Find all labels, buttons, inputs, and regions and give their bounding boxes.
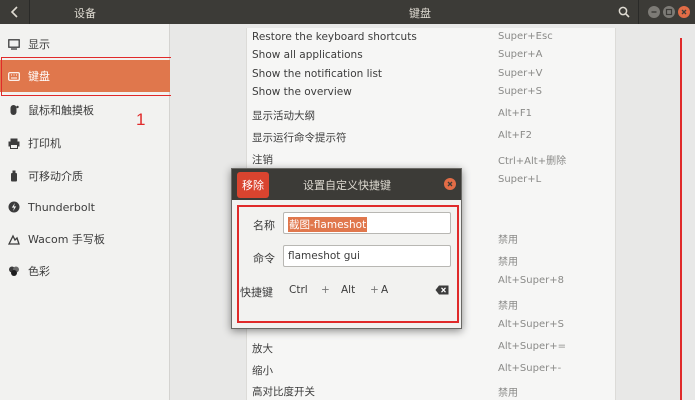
- annotation-highlight-keyboard: [1, 57, 173, 96]
- header-separator: [29, 0, 30, 24]
- sidebar-item-label: 色彩: [28, 265, 50, 278]
- scroll-area[interactable]: [617, 28, 695, 400]
- header-separator-right: [638, 0, 639, 24]
- shortcut-row[interactable]: 放大 Alt+Super+=: [247, 338, 617, 357]
- shortcut-row[interactable]: Show the overview Super+S: [247, 83, 617, 102]
- shortcut-label: 快捷键: [240, 286, 273, 299]
- shortcut-row[interactable]: 缩小 Alt+Super+-: [247, 360, 617, 379]
- command-value: flameshot gui: [288, 250, 360, 262]
- printer-icon: [8, 137, 20, 149]
- maximize-icon: [665, 8, 673, 16]
- key-plus: +: [370, 284, 379, 296]
- sidebar-item-label: 可移动介质: [28, 170, 83, 183]
- mouse-icon: [8, 104, 20, 116]
- page-title: 键盘: [409, 7, 431, 20]
- key-plus: +: [321, 284, 330, 296]
- sidebar-item-label: 显示: [28, 38, 50, 51]
- sidebar-item-printer[interactable]: 打印机: [0, 128, 170, 158]
- sidebar-item-thunderbolt[interactable]: Thunderbolt: [0, 192, 170, 222]
- name-value: 截图-flameshot: [288, 217, 368, 232]
- shortcut-row[interactable]: 显示运行命令提示符 Alt+F2: [247, 127, 617, 146]
- usb-icon: [8, 170, 20, 182]
- sidebar-item-color[interactable]: 色彩: [0, 256, 170, 286]
- dialog-close-button[interactable]: [444, 178, 456, 190]
- sidebar-item-wacom[interactable]: Wacom 手写板: [0, 224, 170, 254]
- search-icon: [618, 6, 630, 18]
- display-icon: [8, 38, 20, 50]
- dialog-header: 移除 设置自定义快捷键: [232, 169, 461, 200]
- color-icon: [8, 265, 20, 277]
- maximize-button[interactable]: [663, 6, 675, 18]
- key-alt: Alt: [341, 284, 356, 296]
- sidebar-item-removable-media[interactable]: 可移动介质: [0, 161, 170, 191]
- close-icon: [681, 9, 687, 15]
- annotation-number: 1: [136, 110, 146, 129]
- sidebar-item-label: Wacom 手写板: [28, 233, 105, 246]
- backspace-icon[interactable]: [435, 285, 449, 295]
- shortcut-row[interactable]: 注销 Ctrl+Alt+删除: [247, 149, 617, 168]
- minimize-icon: [651, 11, 657, 13]
- tablet-icon: [8, 233, 20, 245]
- shortcut-row[interactable]: Restore the keyboard shortcuts Super+Esc: [247, 28, 617, 47]
- key-ctrl: Ctrl: [289, 284, 308, 296]
- shortcut-row[interactable]: Show all applications Super+A: [247, 46, 617, 65]
- shortcut-row[interactable]: 高对比度开关 禁用: [247, 381, 617, 400]
- name-label: 名称: [253, 219, 275, 232]
- close-icon: [447, 181, 453, 187]
- shortcut-row[interactable]: 显示活动大纲 Alt+F1: [247, 105, 617, 124]
- close-button[interactable]: [678, 6, 690, 18]
- thunderbolt-icon: [8, 201, 20, 213]
- sidebar-item-label: Thunderbolt: [28, 200, 95, 214]
- key-a: A: [381, 284, 389, 296]
- back-button[interactable]: [6, 3, 24, 21]
- remove-button[interactable]: 移除: [237, 172, 269, 198]
- dialog-title: 设置自定义快捷键: [303, 179, 391, 192]
- search-button[interactable]: [615, 3, 633, 21]
- sidebar-item-label: 打印机: [28, 137, 61, 150]
- header-bar: 设备 键盘: [0, 0, 695, 24]
- name-field[interactable]: 截图-flameshot: [283, 212, 451, 234]
- annotation-scroll-line: [680, 38, 682, 400]
- sidebar-item-label: 鼠标和触摸板: [28, 104, 94, 117]
- chevron-left-icon: [10, 6, 18, 18]
- sidebar-title: 设备: [74, 7, 96, 20]
- shortcut-row[interactable]: Show the notification list Super+V: [247, 65, 617, 84]
- custom-shortcut-dialog: 移除 设置自定义快捷键 名称 截图-flameshot 命令 flameshot…: [231, 168, 462, 329]
- minimize-button[interactable]: [648, 6, 660, 18]
- command-label: 命令: [253, 252, 275, 265]
- sidebar-item-display[interactable]: 显示: [0, 29, 170, 59]
- command-field[interactable]: flameshot gui: [283, 245, 451, 267]
